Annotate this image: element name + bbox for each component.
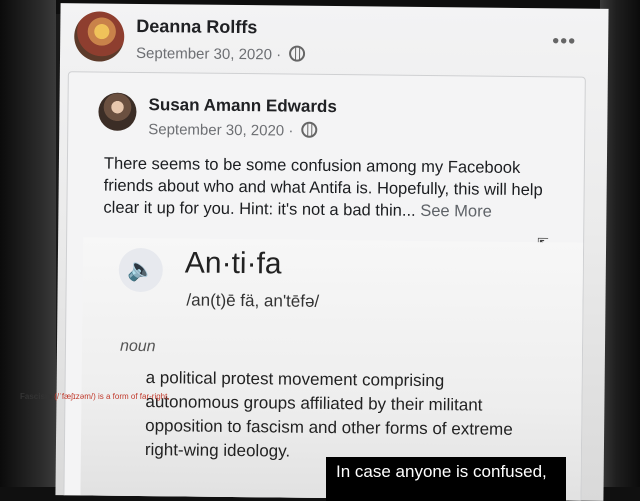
speaker-icon: 🔈 [118, 247, 164, 293]
caption-overlay: In case anyone is confused, [326, 457, 566, 501]
more-options-icon[interactable]: ••• [552, 30, 576, 53]
poster-name[interactable]: Deanna Rolffs [136, 16, 257, 38]
part-of-speech: noun [119, 337, 156, 356]
pronunciation: /an(t)ē fä, an'tēfə/ [186, 290, 320, 311]
shared-post: Susan Amann Edwards September 30, 2020 ·… [63, 71, 586, 501]
caption-text: In case anyone is confused, [336, 462, 547, 481]
shared-author-name[interactable]: Susan Amann Edwards [148, 95, 337, 117]
post-date-text[interactable]: September 30, 2020 · [136, 45, 281, 64]
post-text: There seems to be some confusion among m… [103, 153, 564, 224]
avatar[interactable] [73, 11, 125, 62]
post-date[interactable]: September 30, 2020 · [136, 44, 306, 64]
shared-post-date[interactable]: September 30, 2020 · [148, 120, 318, 140]
image-footer-caption: Fascism (/ˈfæʃɪzəm/) is a form of far-ri… [20, 392, 260, 432]
shared-date-text[interactable]: September 30, 2020 · [148, 121, 293, 140]
dictionary-word: An·ti·fa [184, 246, 282, 281]
globe-icon [301, 121, 318, 138]
shared-avatar[interactable] [98, 92, 137, 131]
footer-text: (/ˈfæʃɪzəm/) is a form of far-right, [54, 392, 170, 401]
see-more-link[interactable]: See More [420, 202, 492, 221]
post-header: Deanna Rolffs September 30, 2020 · ••• [73, 9, 599, 74]
globe-icon [289, 45, 306, 62]
footer-label: Fascism [20, 392, 53, 401]
